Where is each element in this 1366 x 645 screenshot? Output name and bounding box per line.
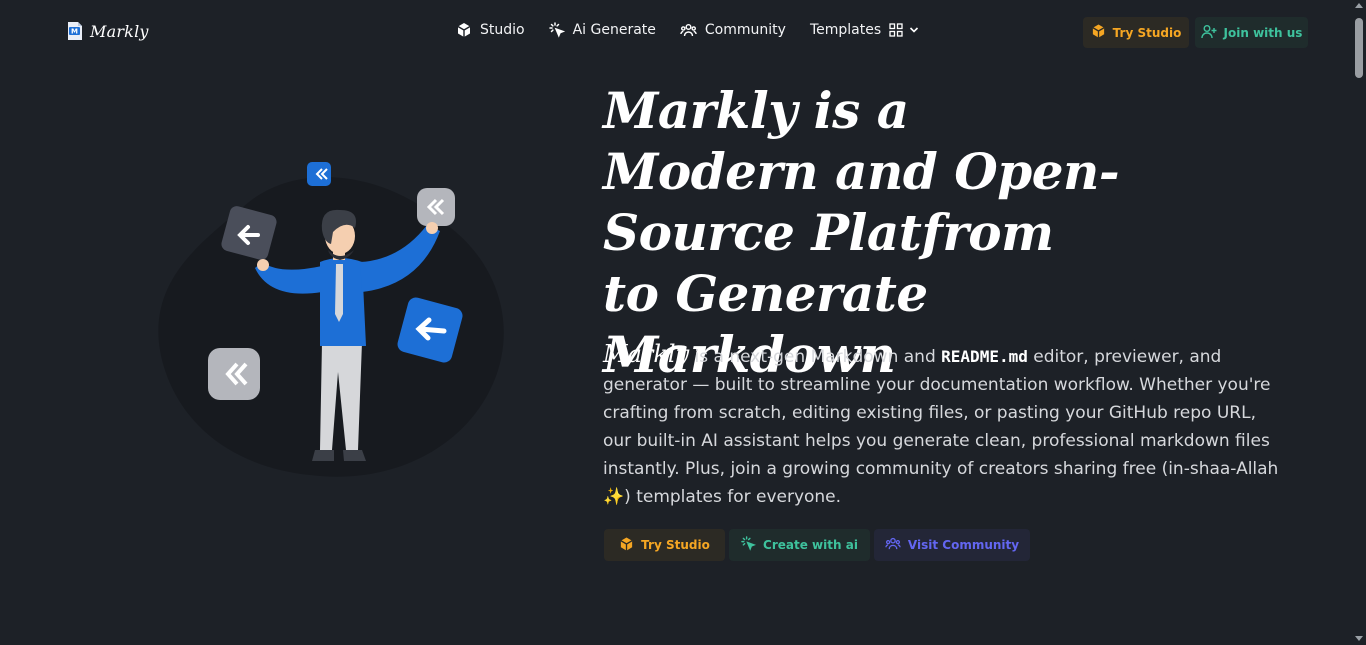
double-chevron-card-icon xyxy=(307,162,331,186)
sparkle-cursor-icon xyxy=(548,22,565,38)
svg-text:M: M xyxy=(71,28,78,36)
hero-description-brand: Markly xyxy=(603,340,690,368)
nav-studio-label: Studio xyxy=(480,22,525,38)
nav-ai-generate[interactable]: Ai Generate xyxy=(548,22,656,38)
cta-create-with-ai-button[interactable]: Create with ai xyxy=(729,529,870,561)
cube-icon xyxy=(619,536,634,555)
scrollbar-thumb[interactable] xyxy=(1355,18,1363,78)
double-chevron-grey-card-icon xyxy=(417,188,455,226)
main-nav: Studio Ai Generate Community Templates xyxy=(456,22,943,38)
top-navbar: M Markly Studio Ai Generate Community Te… xyxy=(0,0,1352,66)
chevron-down-icon xyxy=(909,26,919,34)
hero-description-part2: editor, previewer, and generator — built… xyxy=(603,347,1279,507)
join-label: Join with us xyxy=(1223,25,1303,40)
nav-ai-generate-label: Ai Generate xyxy=(572,22,656,38)
cta-try-studio-label: Try Studio xyxy=(641,538,710,552)
nav-community-label: Community xyxy=(704,22,786,38)
users-icon xyxy=(885,536,901,554)
hero-description-part1: is a next-gen Markdown and xyxy=(689,347,942,367)
brand-logo-link[interactable]: M Markly xyxy=(66,21,149,41)
brand-name: Markly xyxy=(90,21,149,41)
cta-visit-community-button[interactable]: Visit Community xyxy=(874,529,1030,561)
hero-illustration xyxy=(150,150,520,490)
nav-community[interactable]: Community xyxy=(680,22,786,38)
cube-icon xyxy=(456,22,472,38)
try-studio-button[interactable]: Try Studio xyxy=(1083,17,1189,48)
hero-cta-row: Try Studio Create with ai Visit Communit… xyxy=(604,529,1030,561)
try-studio-label: Try Studio xyxy=(1112,25,1182,40)
user-plus-icon xyxy=(1200,24,1217,42)
hero-description: Markly is a next-gen Markdown and README… xyxy=(603,340,1283,511)
nav-actions: Try Studio Join with us xyxy=(1083,17,1308,48)
readme-code: README.md xyxy=(941,347,1028,366)
nav-templates-dropdown[interactable]: Templates xyxy=(810,22,919,38)
cta-create-with-ai-label: Create with ai xyxy=(763,538,858,552)
cta-visit-community-label: Visit Community xyxy=(907,538,1020,552)
scroll-down-arrow-icon[interactable] xyxy=(1355,636,1363,641)
sparkle-cursor-icon xyxy=(741,536,757,554)
cube-icon xyxy=(1091,23,1106,42)
page-scrollbar[interactable] xyxy=(1352,0,1366,645)
users-icon xyxy=(680,22,697,38)
nav-studio[interactable]: Studio xyxy=(456,22,525,38)
grid-icon xyxy=(889,23,903,37)
cta-try-studio-button[interactable]: Try Studio xyxy=(604,529,725,561)
scroll-up-arrow-icon[interactable] xyxy=(1355,3,1363,8)
nav-templates-label: Templates xyxy=(809,22,882,38)
join-button[interactable]: Join with us xyxy=(1195,17,1308,48)
markdown-file-icon: M xyxy=(66,21,84,41)
double-chevron-bottom-card-icon xyxy=(208,348,260,400)
